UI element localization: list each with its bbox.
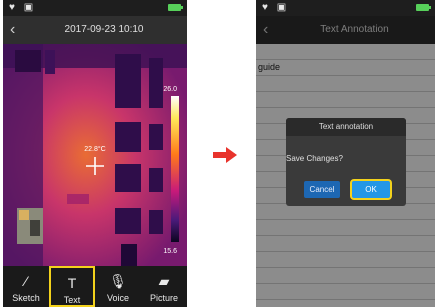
text-annotation-screen: ♥ ▣ ‹ Text Annotation guide Text annotat… [256, 0, 435, 307]
title-bar: ‹ 2017-09-23 10:10 [3, 16, 187, 44]
tool-label: Voice [106, 293, 130, 303]
picture-icon: ▰ [158, 273, 170, 289]
scale-min-label: 15.6 [163, 248, 177, 255]
tool-voice[interactable]: 🎙 Voice [95, 266, 141, 307]
tool-sketch[interactable]: ⁄ Sketch [3, 266, 49, 307]
thermal-camera-screen: ♥ ▣ ‹ 2017-09-23 10:10 26.0 15.6 22.8°C … [3, 0, 187, 307]
scale-max-label: 26.0 [163, 86, 177, 93]
back-icon[interactable]: ‹ [10, 21, 15, 39]
status-bar: ♥ ▣ [256, 0, 435, 16]
save-dialog: Text annotation Save Changes? Cancel OK [286, 118, 406, 206]
status-icons: ♥ ▣ [262, 2, 290, 13]
spot-temperature-label: 22.8°C [84, 145, 105, 153]
status-bar: ♥ ▣ [3, 0, 187, 16]
tool-label: Picture [149, 293, 178, 303]
cancel-button[interactable]: Cancel [304, 181, 340, 198]
pen-icon: ⁄ [24, 273, 28, 289]
right-arrow-icon [213, 147, 237, 163]
microphone-icon: 🎙 [109, 273, 127, 289]
status-icons: ♥ ▣ [9, 2, 37, 13]
tool-label: Sketch [12, 293, 40, 303]
dialog-title: Text annotation [286, 118, 406, 136]
temperature-scale-bar [171, 96, 179, 242]
image-timestamp: 2017-09-23 10:10 [64, 24, 144, 35]
battery-icon [168, 4, 183, 11]
tool-picture[interactable]: ▰ Picture [141, 266, 187, 307]
text-icon: T [67, 275, 77, 291]
ok-button[interactable]: OK [352, 181, 390, 198]
tool-label: Text [63, 295, 81, 305]
thermal-image[interactable]: 26.0 15.6 22.8°C [3, 44, 187, 266]
battery-icon [416, 4, 431, 11]
tool-text[interactable]: T Text [49, 266, 95, 307]
dialog-message: Save Changes? [286, 154, 343, 163]
annotation-toolbar: ⁄ Sketch T Text 🎙 Voice ▰ Picture [3, 266, 187, 307]
